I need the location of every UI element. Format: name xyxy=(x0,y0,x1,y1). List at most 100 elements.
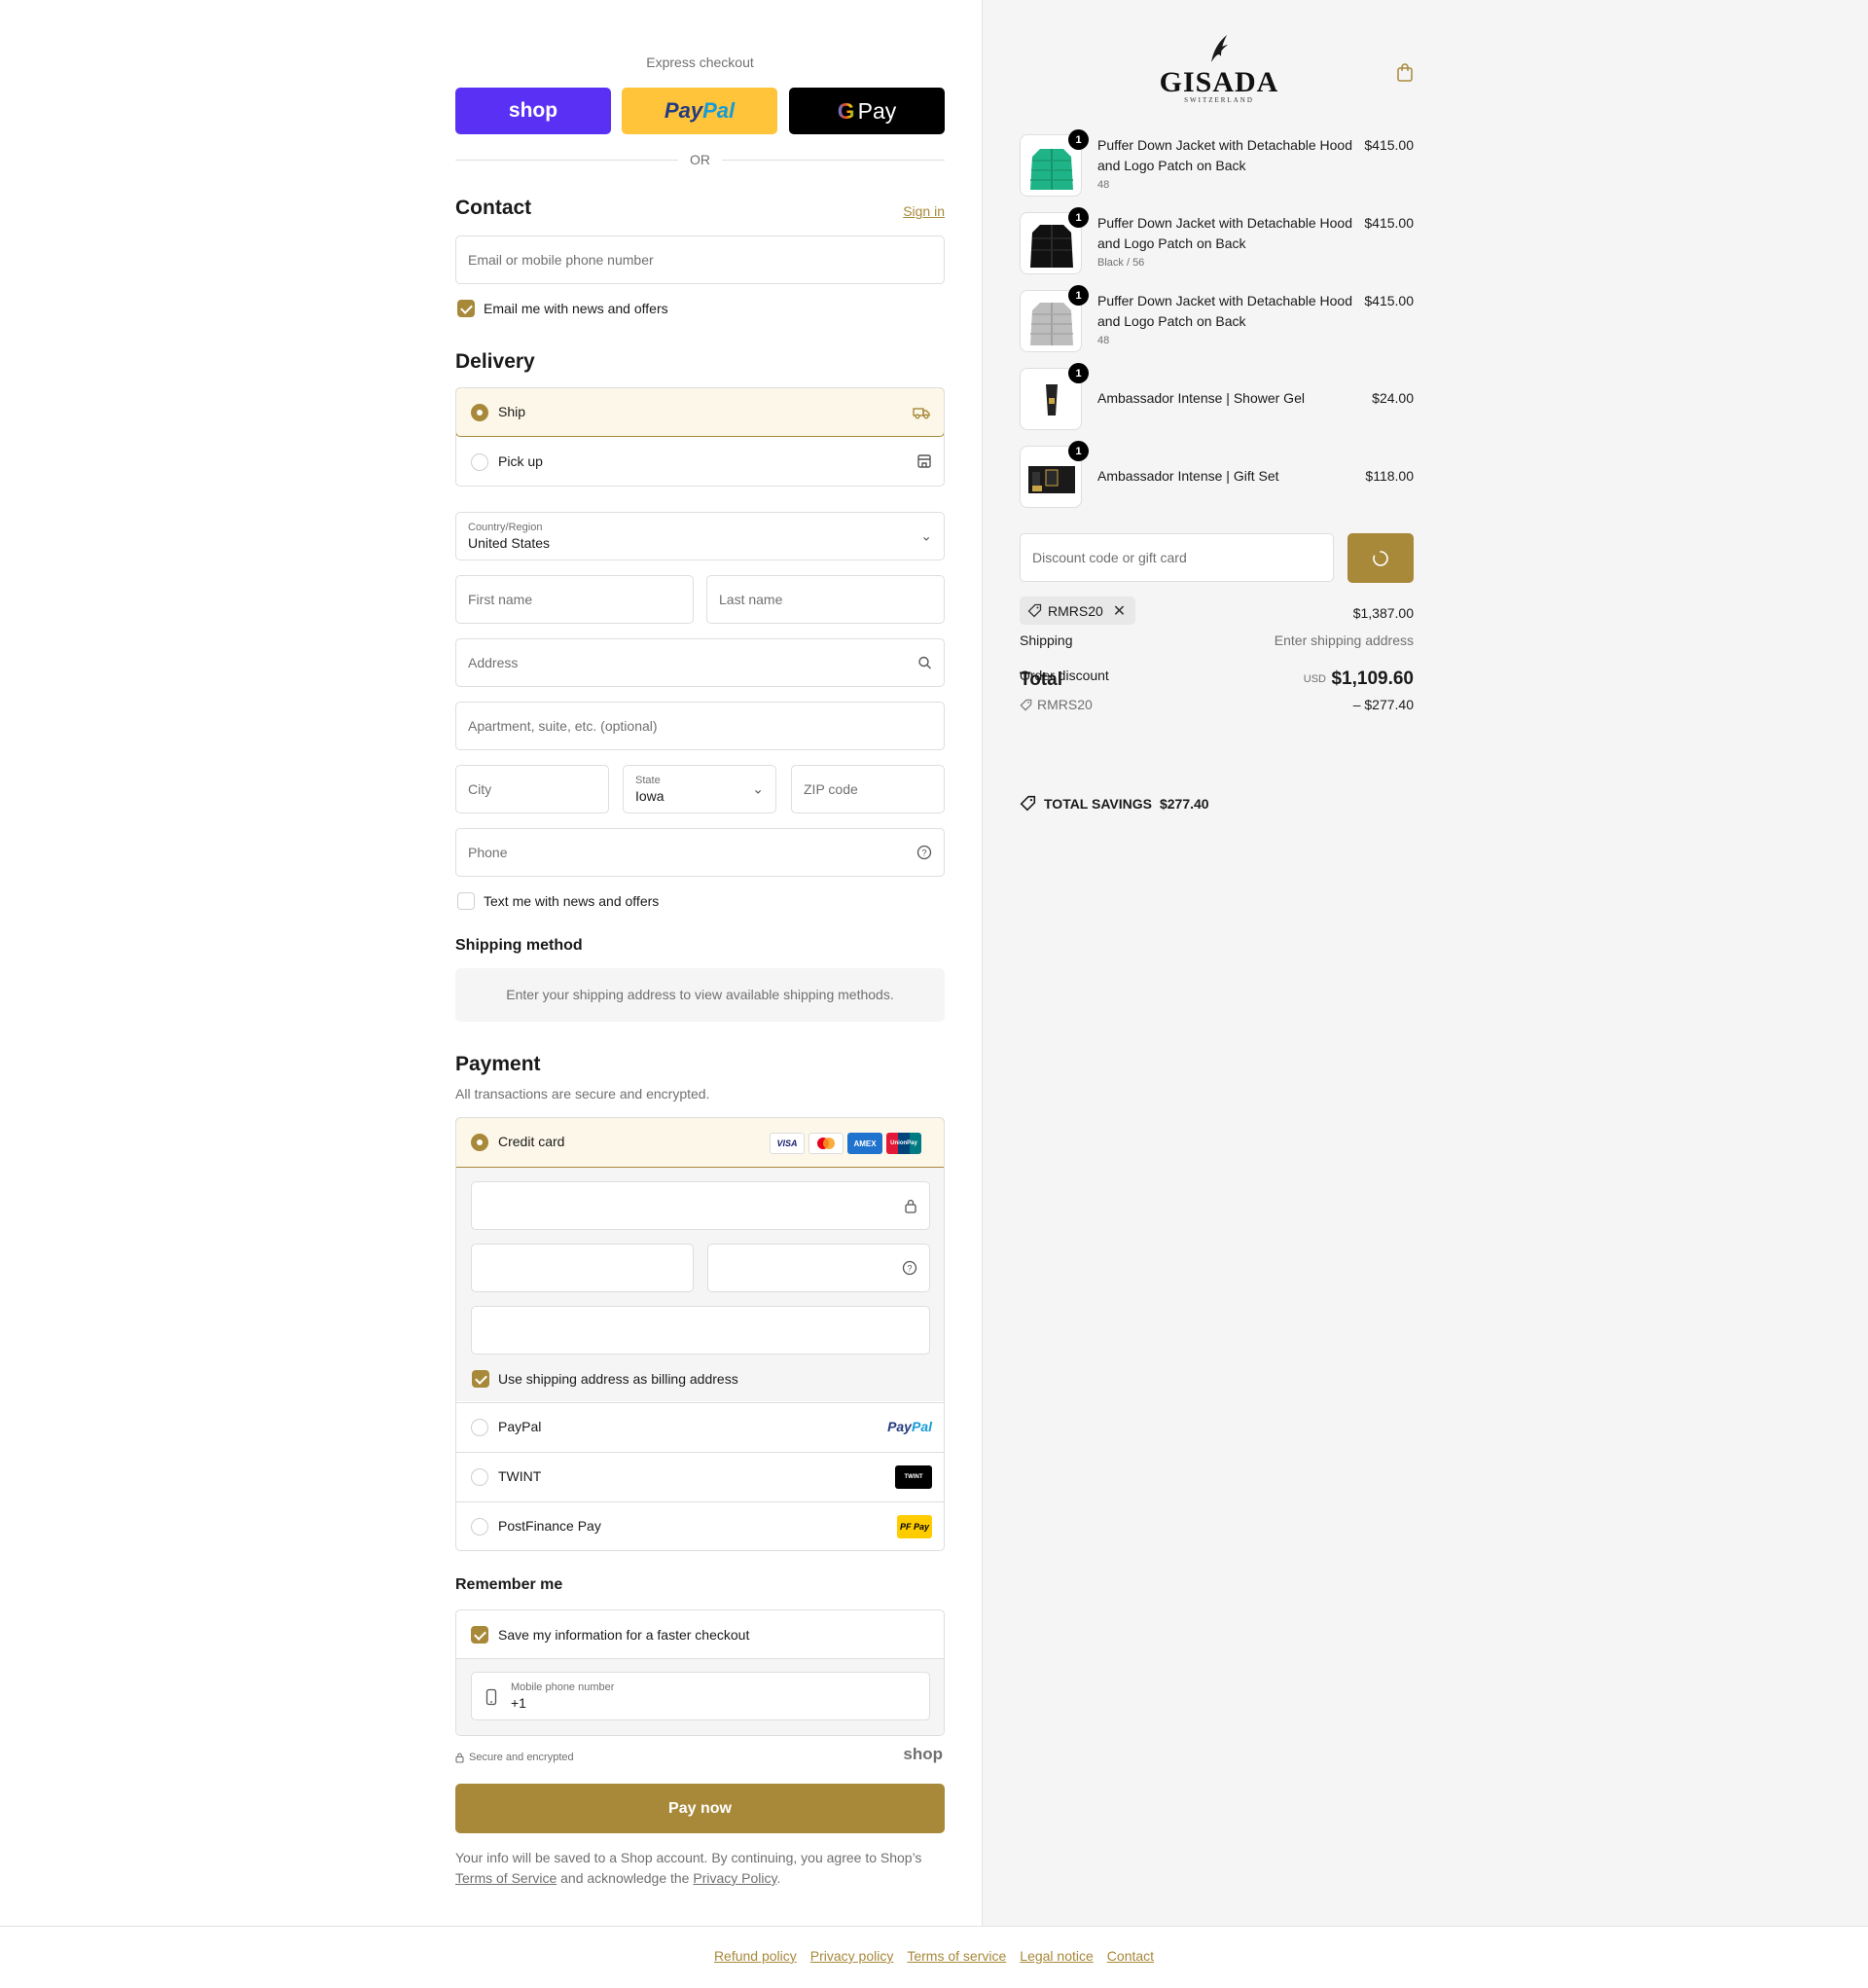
privacy-policy-footer-link[interactable]: Privacy policy xyxy=(810,1948,894,1964)
contact-title: Contact xyxy=(455,197,532,219)
refund-policy-link[interactable]: Refund policy xyxy=(714,1948,797,1964)
paypal-logo: PayPal xyxy=(887,1419,932,1434)
country-select[interactable]: Country/Region United States ⌄ xyxy=(455,512,945,560)
brand-logo[interactable]: GISADA SWITZERLAND xyxy=(1156,33,1282,104)
express-checkout-label: Express checkout xyxy=(646,54,754,70)
twint-radio[interactable] xyxy=(471,1468,488,1486)
email-news-checkbox[interactable] xyxy=(457,300,475,317)
delivery-title: Delivery xyxy=(455,350,535,373)
item-quantity-badge: 1 xyxy=(1068,129,1089,150)
terms-of-service-footer-link[interactable]: Terms of service xyxy=(907,1948,1006,1964)
ship-option[interactable]: Ship xyxy=(456,388,944,437)
discount-code-field[interactable]: Discount code or gift card xyxy=(1020,533,1334,582)
mobile-phone-value: +1 xyxy=(511,1695,526,1711)
zip-field[interactable]: ZIP code xyxy=(791,765,945,813)
item-price: $118.00 xyxy=(1365,468,1414,484)
remember-me-box: Save my information for a faster checkou… xyxy=(455,1609,945,1736)
shop-pay-button[interactable]: shop xyxy=(455,88,611,134)
shop-logo: shop xyxy=(903,1745,943,1763)
twint-option[interactable]: TWINT TWINT xyxy=(456,1452,944,1501)
discount-tag-code: RMRS20 xyxy=(1048,602,1103,619)
shipping-value: Enter shipping address xyxy=(1274,633,1414,648)
google-pay-button[interactable]: G Pay xyxy=(789,88,945,134)
unionpay-icon: UnionPay xyxy=(886,1133,921,1154)
ship-radio[interactable] xyxy=(471,404,488,421)
total-value: $1,109.60 xyxy=(1331,669,1414,689)
security-code-field[interactable]: ? xyxy=(707,1244,930,1292)
postfinance-radio[interactable] xyxy=(471,1518,488,1536)
item-quantity-badge: 1 xyxy=(1068,207,1089,228)
address-field[interactable]: Address xyxy=(455,638,945,687)
item-price: $415.00 xyxy=(1364,137,1414,153)
wing-logo-icon xyxy=(1211,35,1228,62)
privacy-policy-link[interactable]: Privacy Policy xyxy=(693,1870,776,1886)
subtotal-value: $1,387.00 xyxy=(1352,605,1414,621)
credit-card-radio[interactable] xyxy=(471,1134,488,1151)
applied-discount-row: RMRS20 xyxy=(1020,697,1093,712)
expiry-field[interactable] xyxy=(471,1244,694,1292)
mastercard-icon xyxy=(808,1133,844,1154)
paypal-option[interactable]: PayPal PayPal xyxy=(456,1402,944,1452)
footer-links: Refund policy Privacy policy Terms of se… xyxy=(0,1948,1868,1964)
postfinance-option[interactable]: PostFinance Pay PF Pay xyxy=(456,1501,944,1550)
apply-discount-button[interactable] xyxy=(1347,533,1414,583)
text-news-checkbox[interactable] xyxy=(457,892,475,910)
mobile-phone-field[interactable]: Mobile phone number +1 xyxy=(471,1672,930,1720)
pay-now-button[interactable]: Pay now xyxy=(455,1784,945,1833)
paypal-radio[interactable] xyxy=(471,1419,488,1436)
paypal-button[interactable]: Pay Pal xyxy=(622,88,777,134)
payment-subtitle: All transactions are secure and encrypte… xyxy=(455,1086,710,1102)
item-name: Ambassador Intense | Shower Gel xyxy=(1097,390,1305,406)
discount-value: – $277.40 xyxy=(1352,697,1414,712)
or-label: OR xyxy=(690,152,710,167)
card-number-field[interactable] xyxy=(471,1181,930,1230)
mobile-phone-icon xyxy=(485,1688,497,1706)
help-icon[interactable]: ? xyxy=(902,1260,917,1276)
paypal-logo-b: Pal xyxy=(911,1419,932,1434)
applied-discount-code: RMRS20 xyxy=(1037,697,1093,712)
save-info-label: Save my information for a faster checkou… xyxy=(498,1627,750,1643)
item-name: Puffer Down Jacket with Detachable Hood … xyxy=(1097,137,1352,173)
apartment-field[interactable]: Apartment, suite, etc. (optional) xyxy=(455,702,945,750)
city-field[interactable]: City xyxy=(455,765,609,813)
legal-notice-link[interactable]: Legal notice xyxy=(1020,1948,1094,1964)
currency-label: USD xyxy=(1303,673,1326,685)
store-icon xyxy=(917,454,931,468)
terms-of-service-link[interactable]: Terms of Service xyxy=(455,1870,557,1886)
help-icon[interactable]: ? xyxy=(916,845,932,860)
or-divider: OR xyxy=(455,152,945,167)
first-name-field[interactable]: First name xyxy=(455,575,694,624)
phone-field[interactable]: Phone ? xyxy=(455,828,945,877)
item-quantity-badge: 1 xyxy=(1068,285,1089,306)
email-news-label: Email me with news and offers xyxy=(484,301,668,316)
postfinance-logo: PF Pay xyxy=(897,1515,932,1538)
state-select[interactable]: State Iowa ⌄ xyxy=(623,765,776,813)
spinner-icon xyxy=(1373,550,1388,566)
visa-icon-label: VISA xyxy=(776,1139,798,1148)
total-savings-value: $277.40 xyxy=(1159,795,1209,812)
city-placeholder: City xyxy=(468,781,492,797)
chevron-down-icon: ⌄ xyxy=(752,780,764,797)
contact-link[interactable]: Contact xyxy=(1107,1948,1154,1964)
item-price: $415.00 xyxy=(1364,293,1414,308)
pickup-radio[interactable] xyxy=(471,453,488,471)
email-field[interactable]: Email or mobile phone number xyxy=(455,235,945,284)
phone-placeholder: Phone xyxy=(468,845,508,860)
credit-card-label: Credit card xyxy=(498,1134,565,1149)
remove-discount-icon[interactable]: ✕ xyxy=(1113,601,1126,621)
secure-label: Secure and encrypted xyxy=(469,1752,574,1763)
last-name-field[interactable]: Last name xyxy=(706,575,945,624)
amex-icon-label: AMEX xyxy=(853,1139,877,1148)
shipping-label: Shipping xyxy=(1020,633,1073,648)
name-on-card-field[interactable] xyxy=(471,1306,930,1355)
billing-address-label: Use shipping address as billing address xyxy=(498,1371,738,1387)
lock-icon xyxy=(455,1753,464,1763)
save-info-checkbox[interactable] xyxy=(471,1626,488,1644)
sign-in-link[interactable]: Sign in xyxy=(903,203,945,219)
credit-card-option[interactable]: Credit card VISA AMEX UnionPay xyxy=(456,1118,944,1168)
country-value: United States xyxy=(468,535,551,551)
shopping-bag-icon[interactable] xyxy=(1396,62,1414,82)
postfinance-logo-label: PF Pay xyxy=(899,1522,929,1532)
billing-address-checkbox[interactable] xyxy=(472,1370,489,1388)
pickup-option[interactable]: Pick up xyxy=(456,438,944,486)
